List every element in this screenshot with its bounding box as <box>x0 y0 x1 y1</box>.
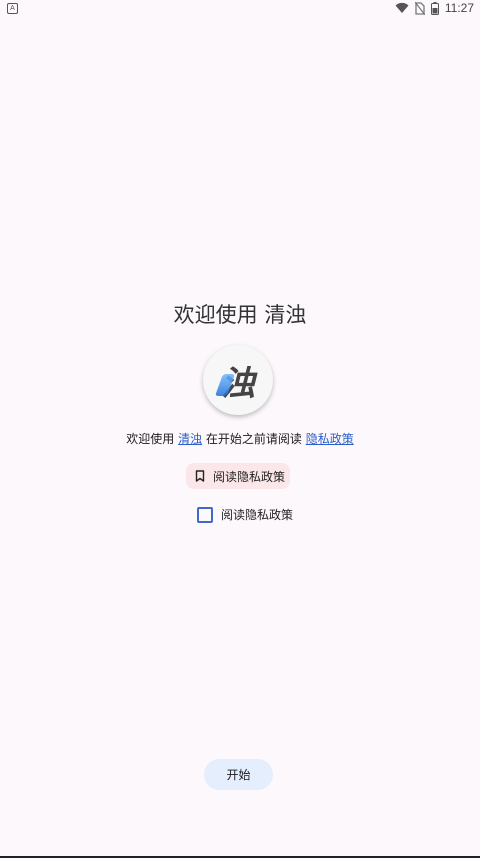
read-privacy-checkbox-row[interactable]: 阅读隐私政策 <box>197 506 293 523</box>
status-time: 11:27 <box>444 1 474 15</box>
bookmark-icon <box>195 470 205 482</box>
chip-label: 阅读隐私政策 <box>213 469 286 484</box>
no-sim-icon <box>414 1 425 15</box>
app-name-link[interactable]: 清浊 <box>178 432 202 446</box>
notification-icon: A <box>7 3 18 14</box>
policy-prefix: 欢迎使用 <box>126 432 179 446</box>
welcome-title: 欢迎使用 清浊 <box>173 303 307 327</box>
policy-notice: 欢迎使用 清浊 在开始之前请阅读 隐私政策 <box>0 430 480 447</box>
status-bar: A 11:27 <box>0 0 480 18</box>
privacy-policy-link[interactable]: 隐私政策 <box>306 432 354 446</box>
battery-icon <box>430 1 439 15</box>
wifi-icon <box>395 2 409 14</box>
app-logo: 浊 <box>203 345 273 415</box>
status-icons: 11:27 <box>395 1 474 15</box>
read-privacy-chip[interactable]: 阅读隐私政策 <box>186 463 290 489</box>
logo-glyph: 浊 <box>214 356 255 405</box>
read-privacy-checkbox[interactable] <box>197 506 213 523</box>
checkbox-label: 阅读隐私政策 <box>221 508 294 522</box>
start-button[interactable]: 开始 <box>204 759 273 790</box>
policy-middle: 在开始之前请阅读 <box>202 432 306 446</box>
